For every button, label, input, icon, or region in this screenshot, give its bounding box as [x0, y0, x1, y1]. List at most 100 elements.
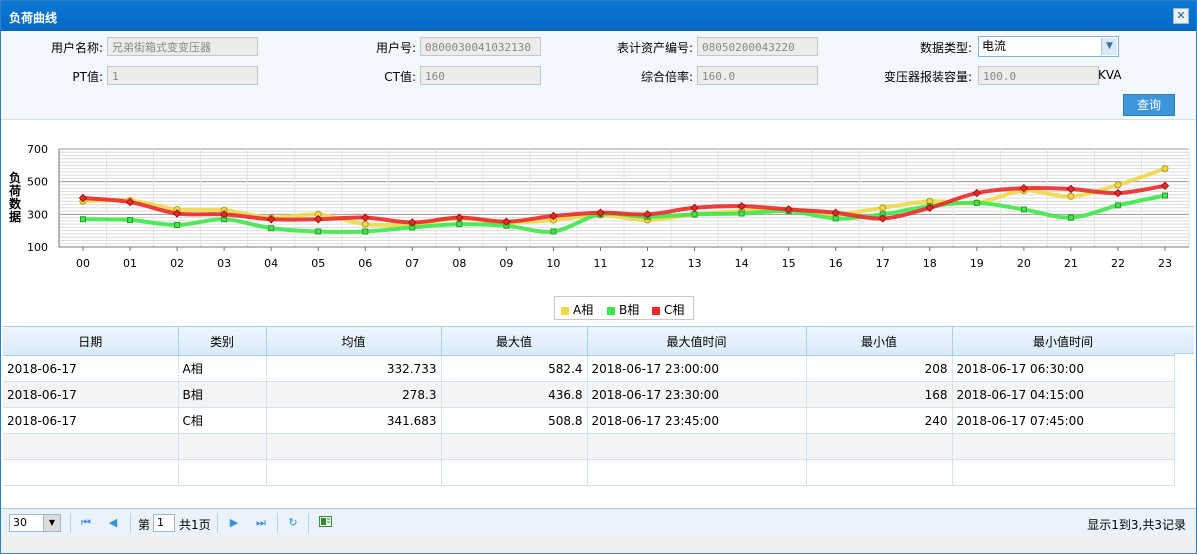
data-point-b	[127, 217, 134, 224]
pagination-bar: 30 ▼ ⏮ ◀ 第 1 共1页 ▶ ⏭ ↻ 显示1到3,共3记录	[1, 508, 1196, 537]
cell-min: 208	[806, 355, 953, 382]
ct-field[interactable]: 160	[420, 66, 541, 85]
user-no-label: 用户号:	[375, 41, 416, 55]
stats-table: 日期 类别 均值 最大值 最大值时间 最小值 最小值时间 2018-06-17 …	[3, 327, 1175, 486]
cell-max: 508.8	[441, 407, 588, 434]
col-header-max-time[interactable]: 最大值时间	[587, 327, 807, 356]
y-axis-label-char: 荷	[8, 183, 21, 198]
y-tick-label: 300	[27, 208, 48, 221]
data-point-a	[1114, 181, 1122, 189]
separator	[217, 513, 218, 533]
legend-label-c: C相	[664, 303, 685, 317]
cell-date: 2018-06-17	[3, 355, 179, 382]
cell-date: 2018-06-17	[3, 407, 179, 434]
page-prefix: 第	[138, 518, 151, 532]
x-tick-label: 11	[593, 257, 607, 270]
legend-label-b: B相	[619, 303, 640, 317]
capacity-field[interactable]: 100.0	[978, 66, 1099, 85]
legend-item-a[interactable]: A相	[561, 301, 593, 318]
capacity-unit: KVA	[1098, 68, 1122, 82]
x-tick-label: 06	[358, 257, 372, 270]
data-point-a	[1161, 165, 1169, 173]
excel-export-icon[interactable]	[318, 515, 332, 531]
data-type-select[interactable]: 电流 ▼	[978, 36, 1119, 57]
data-point-c	[690, 203, 699, 213]
data-point-a	[879, 204, 887, 212]
chevron-down-icon[interactable]: ▼	[1101, 38, 1117, 55]
pt-field[interactable]: 1	[107, 66, 258, 85]
col-header-avg[interactable]: 均值	[266, 327, 442, 356]
capacity-label: 变压器报装容量:	[883, 70, 972, 84]
page-size-select[interactable]: 30 ▼	[9, 514, 61, 532]
user-no-field[interactable]: 0800030041032130	[420, 37, 541, 56]
load-chart: 100 300 500 700 负荷数据 00 01 02 03 04 05 06 07 08 09 10 11…	[1, 120, 1196, 325]
x-tick-label: 05	[311, 257, 325, 270]
col-header-min-time[interactable]: 最小值时间	[952, 327, 1175, 356]
col-header-max[interactable]: 最大值	[441, 327, 588, 356]
data-point-b	[456, 221, 463, 228]
x-tick-label: 10	[546, 257, 560, 270]
x-tick-label: 15	[782, 257, 796, 270]
cell-min-time: 2018-06-17 04:15:00	[952, 381, 1175, 408]
query-form: 用户名称: 兄弟街箱式变变压器 用户号: 0800030041032130 表计…	[1, 31, 1196, 120]
data-point-b	[973, 199, 980, 206]
x-tick-label: 17	[876, 257, 890, 270]
data-point-a	[1067, 192, 1075, 200]
x-tick-label: 16	[829, 257, 843, 270]
page-number-input[interactable]: 1	[153, 514, 175, 532]
last-page-icon[interactable]: ⏭	[254, 515, 268, 531]
data-point-b	[1067, 214, 1074, 221]
legend-item-b[interactable]: B相	[607, 301, 639, 318]
data-point-b	[550, 228, 557, 235]
separator	[130, 513, 131, 533]
record-info: 显示1到3,共3记录	[1087, 518, 1186, 532]
data-point-b	[315, 228, 322, 235]
y-axis-label-char: 负	[9, 170, 21, 185]
y-axis-label-char: 数	[9, 196, 22, 211]
separator	[308, 513, 309, 533]
chart-legend: A相 B相 C相	[554, 296, 694, 320]
col-header-date[interactable]: 日期	[3, 327, 179, 356]
meter-no-label: 表计资产编号:	[616, 41, 693, 55]
data-point-c	[361, 213, 370, 222]
load-chart-svg: 100 300 500 700 负荷数据 00 01 02 03 04 05 06 07 08 09 10 11…	[8, 143, 1190, 270]
legend-item-c[interactable]: C相	[652, 301, 684, 318]
cell-max-time: 2018-06-17 23:30:00	[587, 381, 807, 408]
meter-no-field[interactable]: 08050200043220	[697, 37, 818, 56]
x-tick-label: 19	[970, 257, 984, 270]
grid-header-filler	[1174, 327, 1194, 354]
user-name-field[interactable]: 兄弟街箱式变变压器	[107, 37, 258, 56]
query-button[interactable]: 查询	[1123, 94, 1175, 116]
cell-type: B相	[178, 381, 267, 408]
first-page-icon[interactable]: ⏮	[79, 515, 93, 531]
legend-swatch-b	[607, 306, 615, 315]
chevron-down-icon[interactable]: ▼	[43, 515, 60, 531]
legend-label-a: A相	[573, 303, 594, 317]
next-page-icon[interactable]: ▶	[227, 515, 241, 531]
x-tick-label: 14	[735, 257, 749, 270]
data-point-b	[174, 221, 181, 228]
x-tick-label: 04	[264, 257, 278, 270]
prev-page-icon[interactable]: ◀	[106, 515, 120, 531]
table-header-row: 日期 类别 均值 最大值 最大值时间 最小值 最小值时间	[3, 327, 1175, 356]
x-tick-label: 07	[405, 257, 419, 270]
separator	[277, 513, 278, 533]
empty-row	[3, 459, 1175, 486]
data-point-b	[691, 211, 698, 218]
data-type-value: 电流	[982, 39, 1007, 53]
cell-max: 582.4	[441, 355, 588, 382]
table-row[interactable]: 2018-06-17 A相 332.733 582.4 2018-06-17 2…	[3, 355, 1175, 382]
refresh-icon[interactable]: ↻	[286, 515, 300, 531]
cell-type: C相	[178, 407, 267, 434]
table-row[interactable]: 2018-06-17 B相 278.3 436.8 2018-06-17 23:…	[3, 381, 1175, 408]
col-header-type[interactable]: 类别	[178, 327, 267, 356]
ratio-field[interactable]: 160.0	[697, 66, 818, 85]
x-tick-label: 22	[1111, 257, 1125, 270]
x-tick-label: 21	[1064, 257, 1078, 270]
table-row[interactable]: 2018-06-17 C相 341.683 508.8 2018-06-17 2…	[3, 407, 1175, 434]
page-size-value: 30	[13, 516, 27, 529]
cell-max-time: 2018-06-17 23:00:00	[587, 355, 807, 382]
user-name-label: 用户名称:	[50, 41, 103, 55]
col-header-min[interactable]: 最小值	[806, 327, 953, 356]
close-icon[interactable]: ✕	[1173, 8, 1189, 24]
